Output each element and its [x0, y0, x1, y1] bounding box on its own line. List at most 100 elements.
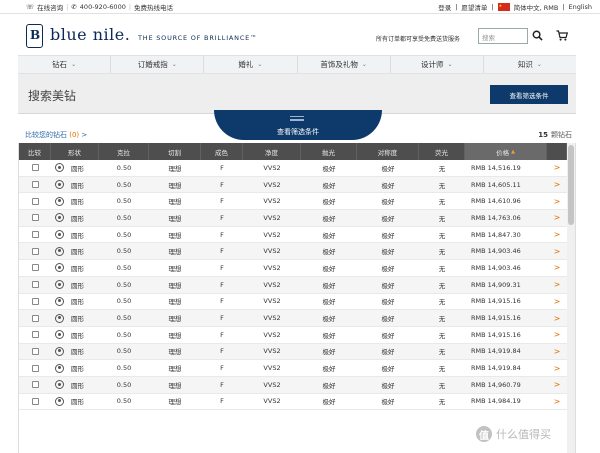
table-row[interactable]: 圆形 0.50 理想 F VVS2 极好 极好 无 RMB 14,984.19 > [19, 394, 567, 411]
cell-polish: 极好 [322, 298, 336, 307]
search-icon[interactable] [532, 30, 543, 41]
table-row[interactable]: 圆形 0.50 理想 F VVS2 极好 极好 无 RMB 14,915.16 > [19, 327, 567, 344]
tagline: THE SOURCE OF BRILLIANCE™ [138, 34, 258, 42]
english-link[interactable]: English [569, 3, 592, 11]
row-go-arrow[interactable]: > [547, 177, 567, 193]
table-row[interactable]: 圆形 0.50 理想 F VVS2 极好 极好 无 RMB 14,605.11 > [19, 176, 567, 194]
row-go-arrow[interactable]: > [547, 377, 567, 393]
nav-item-education[interactable]: 知识 ⌄ [484, 56, 576, 73]
table-row[interactable]: 圆形 0.50 理想 F VVS2 极好 极好 无 RMB 14,610.96 > [19, 193, 567, 211]
col-color[interactable]: 成色 [201, 143, 243, 160]
logo-mark-icon[interactable]: B [26, 24, 43, 48]
cell-shape: 圆形 [51, 193, 99, 209]
shape-label: 圆形 [71, 315, 84, 324]
compare-link[interactable]: 比较您的钻石 (0) > [25, 130, 87, 140]
cell-compare [19, 294, 51, 310]
compare-checkbox[interactable] [31, 347, 39, 355]
chat-link[interactable]: 在线咨询 [37, 2, 63, 12]
view-filters-button[interactable]: 查看筛选条件 [490, 85, 568, 104]
col-cut[interactable]: 切割 [149, 143, 201, 160]
col-compare[interactable]: 比较 [19, 143, 51, 160]
logo-text[interactable]: blue nile. [50, 25, 130, 44]
cell-shape: 圆形 [51, 210, 99, 226]
login-link[interactable]: 登录 [438, 2, 451, 12]
col-clarity[interactable]: 净度 [243, 143, 301, 160]
row-go-arrow[interactable]: > [547, 360, 567, 376]
round-shape-icon [55, 263, 64, 273]
table-row[interactable]: 圆形 0.50 理想 F VVS2 极好 极好 无 RMB 14,516.19 > [19, 160, 567, 177]
chevron-down-icon: ⌄ [361, 61, 367, 68]
compare-checkbox[interactable] [31, 181, 39, 189]
nav-item-wedding[interactable]: 婚礼 ⌄ [204, 56, 298, 73]
col-price[interactable]: 价格 ▲ [465, 143, 547, 160]
table-row[interactable]: 圆形 0.50 理想 F VVS2 极好 极好 无 RMB 14,763.06 > [19, 210, 567, 227]
row-go-arrow[interactable]: > [547, 310, 567, 326]
round-shape-icon [55, 246, 64, 256]
wishlist-link[interactable]: 愿望清单 [461, 2, 487, 12]
compare-checkbox[interactable] [31, 381, 39, 389]
cell-clarity: VVS2 [263, 347, 281, 356]
compare-checkbox[interactable] [31, 164, 39, 172]
compare-checkbox[interactable] [31, 231, 39, 239]
nav-item-designers[interactable]: 设计师 ⌄ [391, 56, 484, 73]
divider: | [562, 3, 565, 11]
cell-compare [19, 327, 51, 343]
compare-checkbox[interactable] [31, 247, 39, 255]
table-row[interactable]: 圆形 0.50 理想 F VVS2 极好 极好 无 RMB 14,903.46 > [19, 243, 567, 261]
scrollbar-thumb[interactable] [568, 145, 574, 225]
table-row[interactable]: 圆形 0.50 理想 F VVS2 极好 极好 无 RMB 14,919.84 > [19, 343, 567, 361]
nav-item-diamonds[interactable]: 钻石 ⌄ [18, 56, 112, 73]
col-carat[interactable]: 克拉 [99, 143, 149, 160]
scrollbar[interactable] [567, 143, 575, 453]
cell-polish: 极好 [322, 381, 336, 390]
table-row[interactable]: 圆形 0.50 理想 F VVS2 极好 极好 无 RMB 14,919.84 > [19, 360, 567, 377]
cell-shape: 圆形 [51, 227, 99, 243]
col-polish[interactable]: 抛光 [301, 143, 357, 160]
row-go-arrow[interactable]: > [547, 260, 567, 276]
cell-fluorescence: 无 [438, 214, 446, 223]
row-go-arrow[interactable]: > [547, 243, 567, 259]
table-row[interactable]: 圆形 0.50 理想 F VVS2 极好 极好 无 RMB 14,915.16 > [19, 310, 567, 327]
row-go-arrow[interactable]: > [547, 160, 567, 176]
compare-checkbox[interactable] [31, 331, 39, 339]
table-row[interactable]: 圆形 0.50 理想 F VVS2 极好 极好 无 RMB 14,903.46 > [19, 260, 567, 277]
compare-checkbox[interactable] [31, 297, 39, 305]
compare-checkbox[interactable] [31, 397, 39, 405]
cart-icon[interactable] [556, 30, 568, 41]
cell-shape: 圆形 [51, 277, 99, 293]
row-go-arrow[interactable]: > [547, 277, 567, 293]
shape-label: 圆形 [71, 231, 84, 240]
compare-checkbox[interactable] [31, 264, 39, 272]
col-shape[interactable]: 形状 [51, 143, 99, 160]
row-go-arrow[interactable]: > [547, 394, 567, 410]
compare-checkbox[interactable] [31, 214, 39, 222]
table-row[interactable]: 圆形 0.50 理想 F VVS2 极好 极好 无 RMB 14,915.16 > [19, 294, 567, 311]
row-go-arrow[interactable]: > [547, 344, 567, 360]
compare-checkbox[interactable] [31, 197, 39, 205]
table-row[interactable]: 圆形 0.50 理想 F VVS2 极好 极好 无 RMB 14,909.31 > [19, 276, 567, 294]
cell-symmetry: 极好 [381, 298, 395, 307]
col-fluorescence[interactable]: 荧光 [419, 143, 465, 160]
nav-item-jewelry-gifts[interactable]: 首饰及礼物 ⌄ [298, 56, 391, 73]
compare-checkbox[interactable] [31, 364, 39, 372]
row-go-arrow[interactable]: > [547, 210, 567, 226]
locale-selector[interactable]: 简体中文, RMB [514, 2, 559, 12]
row-go-arrow[interactable]: > [547, 294, 567, 310]
filter-tab-label: 查看筛选条件 [277, 128, 319, 136]
cell-price: RMB 14,919.84 [471, 347, 521, 356]
compare-checkbox[interactable] [31, 314, 39, 322]
compare-checkbox[interactable] [31, 281, 39, 289]
search-input[interactable]: 搜索 [478, 28, 528, 44]
table-row[interactable]: 圆形 0.50 理想 F VVS2 极好 极好 无 RMB 14,847.30 > [19, 227, 567, 244]
row-go-arrow[interactable]: > [547, 193, 567, 209]
phone-number[interactable]: 400-920-6000 [80, 3, 126, 11]
nav-item-engagement-rings[interactable]: 订婚戒指 ⌄ [111, 56, 205, 73]
filter-tab[interactable]: 查看筛选条件 [214, 110, 382, 140]
col-symmetry[interactable]: 对称度 [357, 143, 419, 160]
table-row[interactable]: 圆形 0.50 理想 F VVS2 极好 极好 无 RMB 14,960.79 > [19, 376, 567, 394]
cell-clarity: VVS2 [263, 213, 281, 222]
row-go-arrow[interactable]: > [547, 227, 567, 243]
row-go-arrow[interactable]: > [547, 327, 567, 343]
cell-clarity: VVS2 [263, 180, 281, 189]
cell-shape: 圆形 [51, 360, 99, 376]
